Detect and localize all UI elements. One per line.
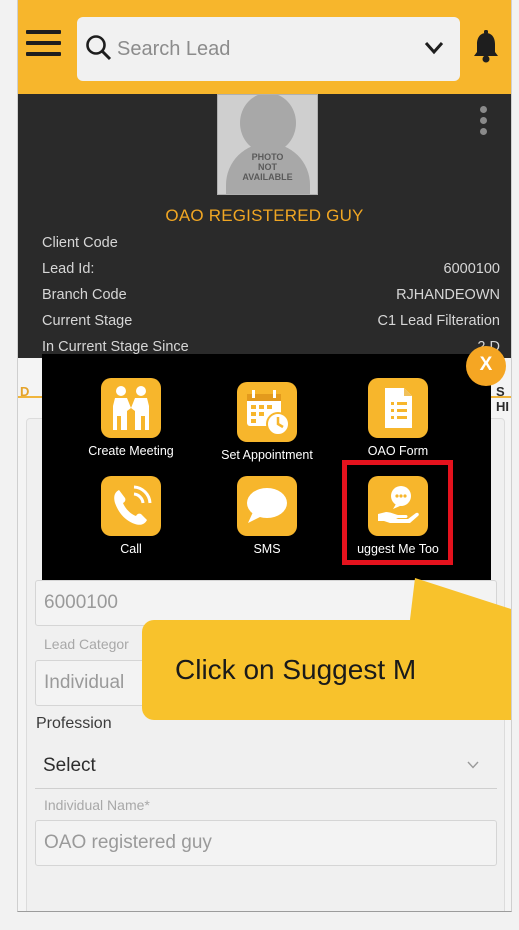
photo-not-available-text: PHOTO NOT AVAILABLE xyxy=(242,152,293,182)
phone-icon xyxy=(101,476,161,536)
top-app-bar: Search Lead xyxy=(18,0,511,94)
branch-code-row: Branch Code RJHANDEOWN xyxy=(42,287,500,303)
client-code-row: Client Code xyxy=(42,235,500,251)
sms-button[interactable]: SMS xyxy=(197,476,337,556)
chevron-down-icon[interactable] xyxy=(424,41,444,55)
search-placeholder: Search Lead xyxy=(117,38,231,60)
suggest-me-too-highlight xyxy=(342,460,453,565)
row-label: Client Code xyxy=(42,235,118,251)
close-modal-button[interactable]: X xyxy=(466,346,506,386)
set-appointment-button[interactable]: Set Appointment xyxy=(197,382,337,462)
more-options-icon[interactable] xyxy=(480,106,488,139)
row-label: Branch Code xyxy=(42,287,127,303)
tab-details[interactable]: D xyxy=(20,384,29,399)
row-label: Lead Id: xyxy=(42,261,95,277)
calendar-clock-icon xyxy=(237,382,297,442)
lead-category-label: Lead Categor xyxy=(44,636,129,652)
lead-name: OAO REGISTERED GUY xyxy=(165,206,364,225)
call-button[interactable]: Call xyxy=(61,476,201,556)
field-value: OAO registered guy xyxy=(44,832,212,853)
current-stage-since-row: In Current Stage Since 2 D xyxy=(42,339,500,355)
lead-profile-header: PHOTO NOT AVAILABLE OAO REGISTERED GUY Cli… xyxy=(18,94,511,358)
form-document-icon xyxy=(368,378,428,438)
chevron-down-icon xyxy=(467,761,479,769)
handshake-icon xyxy=(101,378,161,438)
create-meeting-button[interactable]: Create Meeting xyxy=(61,378,201,458)
notification-bell-icon[interactable] xyxy=(472,30,500,64)
chat-bubble-icon xyxy=(237,476,297,536)
select-value: Select xyxy=(43,755,96,776)
action-label: Call xyxy=(120,542,142,556)
field-value: Individual xyxy=(44,672,125,693)
action-label: OAO Form xyxy=(367,444,429,458)
current-stage-row: Current Stage C1 Lead Filteration xyxy=(42,313,500,329)
oao-form-button[interactable]: OAO Form xyxy=(328,378,468,458)
action-label: SMS xyxy=(253,542,281,556)
individual-name-field[interactable]: OAO registered guy xyxy=(35,820,497,866)
row-value: C1 Lead Filteration xyxy=(377,313,500,329)
search-icon xyxy=(86,35,112,61)
individual-name-label: Individual Name* xyxy=(44,797,150,813)
field-value: 6000100 xyxy=(44,592,118,613)
search-lead-field[interactable]: Search Lead xyxy=(77,17,460,81)
callout-text: Click on Suggest M xyxy=(175,654,417,685)
profile-photo-placeholder: PHOTO NOT AVAILABLE xyxy=(217,94,318,195)
row-label: Current Stage xyxy=(42,313,133,329)
phone-screen: Search Lead PHOTONOTAVAILABLE OAO REGI xyxy=(17,0,512,912)
screen-frame: Search Lead PHOTONOTAVAILABLE OAO REGI xyxy=(0,0,519,930)
tab-history[interactable]: S HI xyxy=(496,384,511,414)
action-label: Create Meeting xyxy=(88,444,174,458)
row-value: RJHANDEOWN xyxy=(396,287,500,303)
row-value: 6000100 xyxy=(443,261,500,277)
profession-select[interactable]: Select xyxy=(35,745,497,789)
instruction-callout: Click on Suggest M xyxy=(142,620,511,720)
row-label: In Current Stage Since xyxy=(42,339,189,355)
lead-id-row: Lead Id: 6000100 xyxy=(42,261,500,277)
action-label: Set Appointment xyxy=(221,448,313,462)
profession-label: Profession xyxy=(36,715,112,732)
menu-icon[interactable] xyxy=(26,30,61,64)
